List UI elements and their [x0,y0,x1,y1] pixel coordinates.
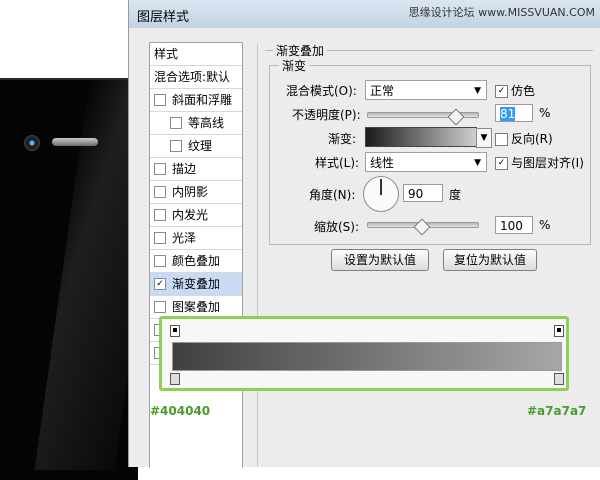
angle-label: 角度(N): [309,188,356,202]
color-stop-right[interactable] [554,373,564,385]
style-list-item[interactable]: 等高线 [150,112,242,135]
angle-value: 90 [408,187,424,201]
blend-mode-label: 混合模式(O): [286,84,357,98]
align-check-icon: ✓ [495,157,508,170]
opacity-value: 81 [500,107,516,121]
style-list-label: 内阴影 [172,185,209,199]
style-list-item[interactable]: 样式 [150,43,242,66]
opacity-stop-left[interactable] [170,325,180,337]
speaker-grille [52,138,98,146]
style-list-label: 等高线 [188,116,225,130]
style-list-item[interactable]: 颜色叠加 [150,250,242,273]
style-list-item[interactable]: 混合选项:默认 [150,66,242,89]
style-list-item[interactable]: 斜面和浮雕 [150,89,242,112]
scale-value: 100 [500,219,523,233]
scale-percent: % [539,218,551,232]
blend-mode-select[interactable]: 正常 ▼ [365,80,487,100]
style-list-item[interactable]: 内阴影 [150,181,242,204]
angle-unit: 度 [449,188,462,202]
style-checkbox[interactable] [170,139,182,152]
reverse-label: 反向(R) [511,132,553,146]
opacity-percent: % [539,106,551,120]
blend-mode-value: 正常 [370,84,395,98]
style-checkbox[interactable] [170,116,182,129]
reverse-checkbox[interactable]: 反向(R) [495,130,553,147]
reset-default-button[interactable]: 复位为默认值 [443,249,537,271]
gradient-style-select[interactable]: 线性 ▼ [365,152,487,172]
scale-input[interactable]: 100 [495,216,533,234]
style-list-item[interactable]: 光泽 [150,227,242,250]
style-checkbox[interactable] [154,231,166,244]
style-checkbox[interactable] [154,300,166,313]
align-layer-label: 与图层对齐(I) [511,156,584,170]
angle-dial-hand [380,179,382,195]
style-checkbox[interactable] [154,93,166,106]
gradient-picker[interactable]: ▼ [365,127,492,148]
style-checkbox[interactable] [154,254,166,267]
color-stop-left[interactable] [170,373,180,385]
watermark-text: 思缘设计论坛 www.MISSVUAN.COM [408,6,595,19]
style-list-label: 颜色叠加 [172,254,221,268]
chevron-down-icon: ▼ [474,86,481,96]
angle-dial[interactable] [363,176,399,212]
phone-artwork [0,78,170,480]
chevron-down-icon: ▼ [474,158,481,168]
gradient-label: 渐变: [328,132,357,146]
style-list-label: 纹理 [188,139,213,153]
subsection-title: 渐变 [279,57,310,74]
dither-label: 仿色 [511,84,536,98]
reverse-check-box [495,133,508,146]
angle-input[interactable]: 90 [403,184,443,202]
style-checkbox[interactable] [154,162,166,175]
style-label: 样式(L): [315,156,360,170]
style-list-label: 混合选项:默认 [154,70,231,84]
style-list-item[interactable]: ✓ 渐变叠加 [150,273,242,296]
opacity-input[interactable]: 81 [495,104,533,122]
style-list-item[interactable]: 描边 [150,158,242,181]
start-color-label: #404040 [150,404,211,418]
make-default-button[interactable]: 设置为默认值 [331,249,429,271]
end-color-label: #a7a7a7 [527,404,587,418]
opacity-stop-right[interactable] [554,325,564,337]
camera-icon [24,135,40,151]
style-list-label: 渐变叠加 [172,277,221,291]
align-layer-checkbox[interactable]: ✓ 与图层对齐(I) [495,154,584,171]
style-list-label: 内发光 [172,208,209,222]
style-list-label: 光泽 [172,231,197,245]
dialog-title: 图层样式 [137,10,190,25]
dither-check-icon: ✓ [495,85,508,98]
style-list-label: 样式 [154,47,179,61]
dialog-titlebar[interactable]: 图层样式 思缘设计论坛 www.MISSVUAN.COM [129,0,600,28]
style-list-label: 描边 [172,162,197,176]
gradient-bar[interactable] [172,342,562,371]
checkmark-icon[interactable]: ✓ [154,277,166,290]
style-list-item[interactable]: 纹理 [150,135,242,158]
opacity-label: 不透明度(P): [292,108,361,122]
style-checkbox[interactable] [154,185,166,198]
style-list-label: 斜面和浮雕 [172,93,233,107]
gradient-style-value: 线性 [370,156,395,170]
scale-label: 缩放(S): [314,220,360,234]
style-checkbox[interactable] [154,208,166,221]
panel-divider [257,44,258,467]
dither-checkbox[interactable]: ✓ 仿色 [495,82,535,99]
gradient-editor [159,316,569,391]
style-list-label: 图案叠加 [172,300,221,314]
style-list-item[interactable]: 内发光 [150,204,242,227]
chevron-down-icon[interactable]: ▼ [476,128,492,148]
layer-style-dialog: 图层样式 思缘设计论坛 www.MISSVUAN.COM 样式混合选项:默认斜面… [128,0,600,468]
